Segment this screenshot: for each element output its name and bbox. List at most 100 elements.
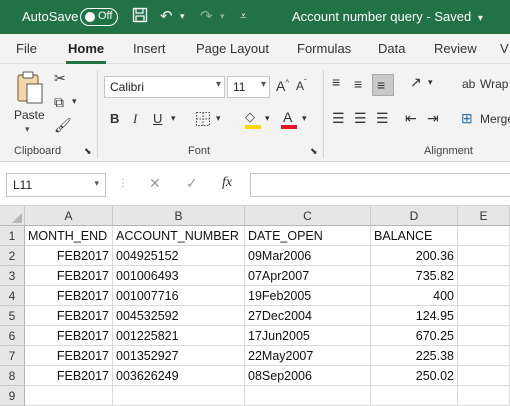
- tab-home[interactable]: Home: [68, 41, 104, 56]
- tab-file[interactable]: File: [16, 41, 37, 56]
- cell[interactable]: [458, 346, 510, 366]
- cell[interactable]: FEB2017: [25, 266, 113, 286]
- column-header-a[interactable]: A: [25, 206, 113, 226]
- cell[interactable]: [458, 386, 510, 406]
- cell[interactable]: FEB2017: [25, 326, 113, 346]
- row-header[interactable]: 4: [0, 286, 25, 306]
- cell[interactable]: 08Sep2006: [245, 366, 371, 386]
- copy-icon[interactable]: ⧉: [54, 94, 64, 111]
- row-header[interactable]: 7: [0, 346, 25, 366]
- borders-dropdown-icon[interactable]: ▾: [216, 113, 221, 124]
- cell[interactable]: 27Dec2004: [245, 306, 371, 326]
- align-middle-icon[interactable]: ≡: [354, 76, 362, 92]
- fill-dropdown-icon[interactable]: ▾: [265, 113, 270, 124]
- cell[interactable]: [245, 386, 371, 406]
- cell[interactable]: 124.95: [371, 306, 458, 326]
- cell[interactable]: 19Feb2005: [245, 286, 371, 306]
- enter-icon[interactable]: ✓: [186, 175, 198, 192]
- cell[interactable]: 250.02: [371, 366, 458, 386]
- merge-center-button[interactable]: ⊞ Merge: [460, 110, 510, 130]
- cell[interactable]: [25, 386, 113, 406]
- cell[interactable]: 670.25: [371, 326, 458, 346]
- italic-button[interactable]: I: [133, 111, 137, 127]
- row-header[interactable]: 2: [0, 246, 25, 266]
- cell[interactable]: [458, 306, 510, 326]
- font-name-select[interactable]: Calibri ▾: [104, 76, 225, 98]
- cell[interactable]: 001352927: [113, 346, 245, 366]
- tab-view[interactable]: V: [500, 41, 509, 56]
- underline-button[interactable]: U: [153, 111, 162, 126]
- cell[interactable]: 400: [371, 286, 458, 306]
- cell[interactable]: [458, 326, 510, 346]
- cell[interactable]: 735.82: [371, 266, 458, 286]
- cell[interactable]: DATE_OPEN: [245, 226, 371, 246]
- column-header-c[interactable]: C: [245, 206, 371, 226]
- column-header-e[interactable]: E: [458, 206, 510, 226]
- copy-dropdown-icon[interactable]: ▾: [72, 96, 77, 107]
- cell[interactable]: 17Jun2005: [245, 326, 371, 346]
- paste-button[interactable]: Paste ▾: [12, 70, 48, 136]
- cancel-icon[interactable]: ✕: [149, 175, 161, 192]
- cell[interactable]: 200.36: [371, 246, 458, 266]
- cell[interactable]: FEB2017: [25, 286, 113, 306]
- cell[interactable]: 001225821: [113, 326, 245, 346]
- more-options-icon[interactable]: ⋮: [118, 178, 128, 189]
- clipboard-launcher-icon[interactable]: ⬊: [84, 146, 92, 157]
- cell[interactable]: 07Apr2007: [245, 266, 371, 286]
- name-box[interactable]: L11 ▾: [6, 173, 106, 197]
- tab-page-layout[interactable]: Page Layout: [196, 41, 269, 56]
- cell[interactable]: [458, 226, 510, 246]
- row-header[interactable]: 5: [0, 306, 25, 326]
- cell[interactable]: 004532592: [113, 306, 245, 326]
- cell[interactable]: 001006493: [113, 266, 245, 286]
- redo-icon[interactable]: ↷: [200, 7, 213, 25]
- align-center-icon[interactable]: ☰: [354, 110, 367, 127]
- align-left-icon[interactable]: ☰: [332, 110, 345, 127]
- font-size-select[interactable]: 11 ▾: [227, 76, 270, 98]
- row-header[interactable]: 8: [0, 366, 25, 386]
- font-launcher-icon[interactable]: ⬊: [310, 146, 318, 157]
- cut-icon[interactable]: ✂: [54, 70, 66, 87]
- underline-dropdown-icon[interactable]: ▾: [171, 113, 176, 124]
- insert-function-icon[interactable]: fx: [222, 175, 232, 191]
- borders-icon[interactable]: [195, 111, 211, 127]
- row-header[interactable]: 3: [0, 266, 25, 286]
- row-header[interactable]: 1: [0, 226, 25, 246]
- wrap-text-button[interactable]: ab Wrap: [460, 76, 510, 96]
- cell[interactable]: FEB2017: [25, 366, 113, 386]
- row-header[interactable]: 6: [0, 326, 25, 346]
- cell[interactable]: [458, 286, 510, 306]
- column-header-d[interactable]: D: [371, 206, 458, 226]
- cell[interactable]: [458, 246, 510, 266]
- save-icon[interactable]: [132, 7, 148, 27]
- orientation-dropdown-icon[interactable]: ▾: [428, 77, 433, 88]
- bold-button[interactable]: B: [110, 111, 119, 126]
- decrease-indent-icon[interactable]: ⇤: [405, 110, 417, 127]
- align-right-icon[interactable]: ☰: [376, 110, 389, 127]
- cell[interactable]: 004925152: [113, 246, 245, 266]
- cell[interactable]: 09Mar2006: [245, 246, 371, 266]
- cell[interactable]: FEB2017: [25, 306, 113, 326]
- increase-font-icon[interactable]: A^: [276, 78, 289, 94]
- column-header-b[interactable]: B: [113, 206, 245, 226]
- align-bottom-button[interactable]: ≡: [372, 74, 394, 96]
- customize-qat-icon[interactable]: ⩡: [240, 9, 247, 24]
- undo-icon[interactable]: ↶: [160, 7, 173, 25]
- undo-dropdown-icon[interactable]: ▾: [180, 11, 185, 22]
- font-color-button[interactable]: A: [280, 109, 298, 131]
- align-top-icon[interactable]: ≡: [332, 74, 340, 90]
- redo-dropdown-icon[interactable]: ▾: [220, 11, 225, 22]
- autosave-toggle[interactable]: Off: [80, 8, 118, 26]
- tab-review[interactable]: Review: [434, 41, 477, 56]
- decrease-font-icon[interactable]: Aˇ: [296, 78, 307, 93]
- select-all-corner[interactable]: [0, 206, 25, 226]
- cell[interactable]: [458, 366, 510, 386]
- cell[interactable]: 001007716: [113, 286, 245, 306]
- cell[interactable]: [458, 266, 510, 286]
- row-header[interactable]: 9: [0, 386, 25, 406]
- cell[interactable]: 003626249: [113, 366, 245, 386]
- cell[interactable]: MONTH_END: [25, 226, 113, 246]
- font-color-dropdown-icon[interactable]: ▾: [302, 113, 307, 124]
- formula-input[interactable]: [250, 173, 510, 197]
- cell[interactable]: ACCOUNT_NUMBER: [113, 226, 245, 246]
